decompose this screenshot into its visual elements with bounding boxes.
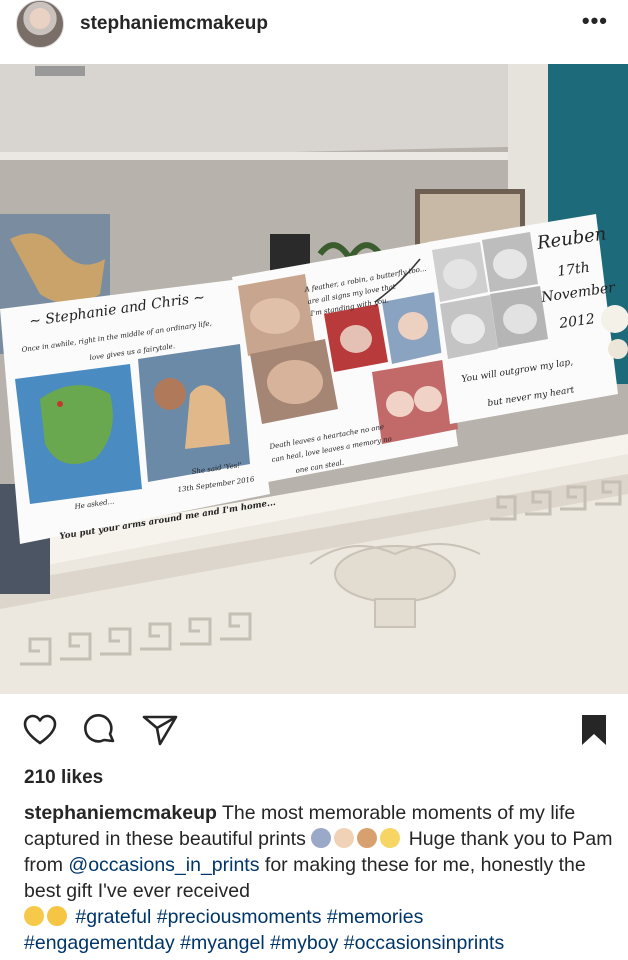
print-reuben: Reuben 17th November 2012 You will outgr…: [428, 214, 618, 424]
caption-username[interactable]: stephaniemcmakeup: [24, 802, 217, 824]
post-actions: [0, 710, 628, 756]
post-username[interactable]: stephaniemcmakeup: [80, 13, 268, 35]
ring-emoji-icon: [311, 828, 332, 848]
comment-icon[interactable]: [80, 710, 120, 750]
mention-link[interactable]: @occasions_in_prints: [68, 854, 259, 876]
bookmark-icon[interactable]: [574, 710, 614, 750]
more-options-icon[interactable]: •••: [582, 10, 608, 32]
post-header: stephaniemcmakeup •••: [0, 0, 628, 48]
post-caption: stephaniemcmakeup The most memorable mom…: [24, 800, 614, 956]
share-send-icon[interactable]: [140, 710, 180, 750]
avatar[interactable]: [16, 0, 64, 48]
yellow-heart-emoji-icon: [47, 906, 67, 926]
hashtags-line-1[interactable]: #grateful #preciousmoments #memories: [75, 906, 423, 928]
crying-face-emoji-icon: [24, 906, 44, 926]
print-baby-memorial: A feather, a robin, a butterfly too... a…: [232, 242, 458, 482]
print-stephanie-and-chris: ~ Stephanie and Chris ~ Once in awhile, …: [0, 279, 276, 544]
hashtags-line-2[interactable]: #engagementday #myangel #myboy #occasion…: [24, 932, 504, 954]
likes-count[interactable]: 210 likes: [24, 767, 103, 789]
baby-emoji-icon: [357, 828, 378, 848]
like-heart-icon[interactable]: [20, 710, 60, 750]
baby-angel-emoji-icon: [334, 828, 355, 848]
dizzy-emoji-icon: [380, 828, 401, 848]
post-photo[interactable]: ~ Stephanie and Chris ~ Once in awhile, …: [0, 64, 628, 694]
